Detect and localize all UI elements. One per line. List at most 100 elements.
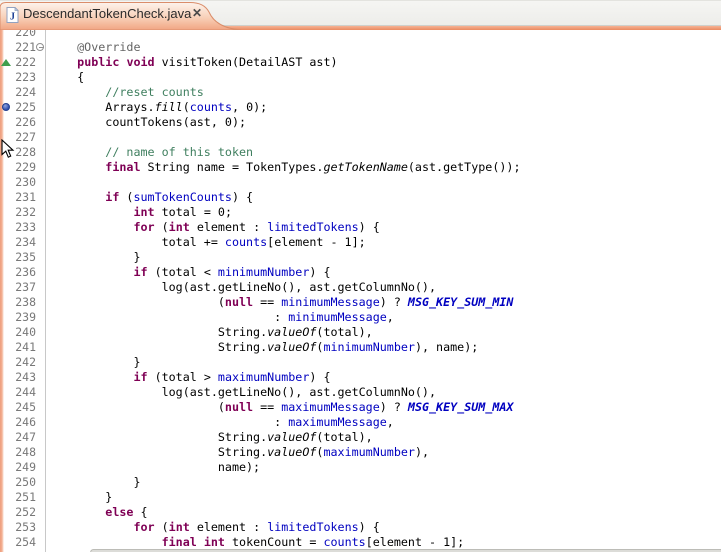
line-number[interactable]: 242 [12, 355, 36, 370]
tab-descendant-token-check[interactable]: J DescendantTokenCheck.java ✕ [0, 0, 242, 30]
fold-column[interactable] [36, 30, 46, 40]
code-line[interactable]: 237 log(ast.getLineNo(), ast.getColumnNo… [0, 280, 721, 295]
code-text[interactable]: @Override [46, 40, 721, 55]
code-line[interactable]: 254 final int tokenCount = counts[elemen… [0, 535, 721, 550]
marker-column[interactable] [0, 190, 12, 205]
code-text[interactable]: } [46, 355, 721, 370]
code-line[interactable]: 248 String.valueOf(maximumNumber), [0, 445, 721, 460]
code-line[interactable]: 238 (null == minimumMessage) ? MSG_KEY_S… [0, 295, 721, 310]
code-text[interactable]: // name of this token [46, 145, 721, 160]
line-number[interactable]: 224 [12, 85, 36, 100]
code-line[interactable]: 244 log(ast.getLineNo(), ast.getColumnNo… [0, 385, 721, 400]
code-text[interactable]: String.valueOf(minimumNumber), name); [46, 340, 721, 355]
marker-column[interactable] [0, 370, 12, 385]
code-text[interactable]: { [46, 70, 721, 85]
fold-column[interactable] [36, 385, 46, 400]
line-number[interactable]: 240 [12, 325, 36, 340]
code-line[interactable]: 243 if (total > maximumNumber) { [0, 370, 721, 385]
code-line[interactable]: 224 //reset counts [0, 85, 721, 100]
marker-column[interactable] [0, 340, 12, 355]
code-text[interactable]: : minimumMessage, [46, 310, 721, 325]
code-line[interactable]: 234 total += counts[element - 1]; [0, 235, 721, 250]
marker-column[interactable] [0, 55, 12, 70]
line-number[interactable]: 237 [12, 280, 36, 295]
marker-column[interactable] [0, 250, 12, 265]
code-text[interactable]: : maximumMessage, [46, 415, 721, 430]
line-number[interactable]: 250 [12, 475, 36, 490]
fold-column[interactable] [36, 55, 46, 70]
marker-column[interactable] [0, 505, 12, 520]
fold-column[interactable] [36, 505, 46, 520]
fold-column[interactable] [36, 340, 46, 355]
marker-column[interactable] [0, 535, 12, 550]
code-line[interactable]: 227 [0, 130, 721, 145]
marker-column[interactable] [0, 310, 12, 325]
marker-column[interactable] [0, 220, 12, 235]
fold-column[interactable] [36, 40, 46, 55]
line-number[interactable]: 244 [12, 385, 36, 400]
code-text[interactable]: } [46, 250, 721, 265]
code-text[interactable]: public void visitToken(DetailAST ast) [46, 55, 721, 70]
line-number[interactable]: 233 [12, 220, 36, 235]
line-number[interactable]: 252 [12, 505, 36, 520]
marker-column[interactable] [0, 160, 12, 175]
code-text[interactable]: String.valueOf(total), [46, 325, 721, 340]
marker-column[interactable] [0, 265, 12, 280]
fold-column[interactable] [36, 445, 46, 460]
fold-column[interactable] [36, 265, 46, 280]
code-text[interactable]: (null == minimumMessage) ? MSG_KEY_SUM_M… [46, 295, 721, 310]
fold-column[interactable] [36, 520, 46, 535]
line-number[interactable]: 245 [12, 400, 36, 415]
marker-column[interactable] [0, 115, 12, 130]
code-text[interactable]: if (total > maximumNumber) { [46, 370, 721, 385]
override-marker-icon[interactable] [1, 59, 11, 66]
code-line[interactable]: 225 Arrays.fill(counts, 0); [0, 100, 721, 115]
fold-collapse-icon[interactable] [36, 43, 44, 51]
fold-column[interactable] [36, 175, 46, 190]
fold-column[interactable] [36, 70, 46, 85]
line-number[interactable]: 243 [12, 370, 36, 385]
code-line[interactable]: 236 if (total < minimumNumber) { [0, 265, 721, 280]
code-text[interactable]: for (int element : limitedTokens) { [46, 220, 721, 235]
code-line[interactable]: 222 public void visitToken(DetailAST ast… [0, 55, 721, 70]
code-line[interactable]: 228 // name of this token [0, 145, 721, 160]
fold-column[interactable] [36, 310, 46, 325]
code-editor[interactable]: 220221 @Override222 public void visitTok… [0, 30, 721, 552]
code-line[interactable]: 251 } [0, 490, 721, 505]
line-number[interactable]: 236 [12, 265, 36, 280]
fold-column[interactable] [36, 220, 46, 235]
fold-column[interactable] [36, 205, 46, 220]
code-text[interactable]: Arrays.fill(counts, 0); [46, 100, 721, 115]
marker-column[interactable] [0, 430, 12, 445]
code-line[interactable]: 245 (null == maximumMessage) ? MSG_KEY_S… [0, 400, 721, 415]
fold-column[interactable] [36, 250, 46, 265]
code-text[interactable]: //reset counts [46, 85, 721, 100]
fold-column[interactable] [36, 85, 46, 100]
line-number[interactable]: 229 [12, 160, 36, 175]
marker-column[interactable] [0, 445, 12, 460]
fold-column[interactable] [36, 190, 46, 205]
fold-column[interactable] [36, 160, 46, 175]
code-text[interactable]: if (sumTokenCounts) { [46, 190, 721, 205]
code-line[interactable]: 226 countTokens(ast, 0); [0, 115, 721, 130]
fold-column[interactable] [36, 235, 46, 250]
code-line[interactable]: 230 [0, 175, 721, 190]
line-number[interactable]: 235 [12, 250, 36, 265]
line-number[interactable]: 251 [12, 490, 36, 505]
code-text[interactable]: log(ast.getLineNo(), ast.getColumnNo(), [46, 385, 721, 400]
fold-column[interactable] [36, 295, 46, 310]
code-text[interactable]: final String name = TokenTypes.getTokenN… [46, 160, 721, 175]
code-line[interactable]: 249 name); [0, 460, 721, 475]
marker-column[interactable] [0, 100, 12, 115]
fold-column[interactable] [36, 100, 46, 115]
marker-column[interactable] [0, 415, 12, 430]
fold-column[interactable] [36, 130, 46, 145]
line-number[interactable]: 221 [12, 40, 36, 55]
marker-column[interactable] [0, 30, 12, 40]
code-text[interactable] [46, 130, 721, 145]
marker-column[interactable] [0, 400, 12, 415]
breakpoint-icon[interactable] [2, 103, 10, 111]
code-line[interactable]: 240 String.valueOf(total), [0, 325, 721, 340]
tab-close-icon[interactable]: ✕ [192, 6, 202, 20]
code-line[interactable]: 242 } [0, 355, 721, 370]
